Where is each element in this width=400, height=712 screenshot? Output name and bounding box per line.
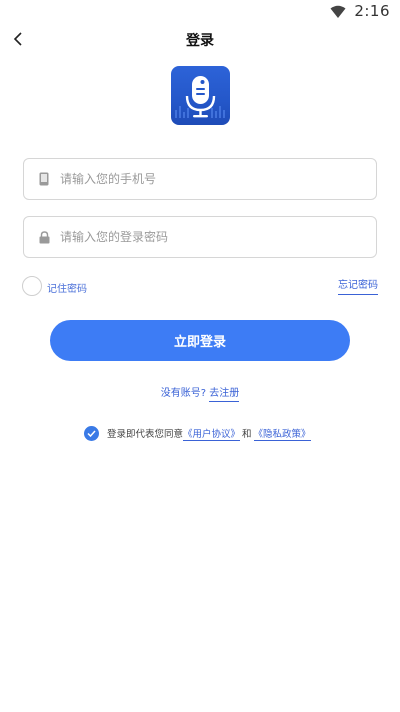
login-button[interactable]: 立即登录 [50,320,350,361]
privacy-policy-link[interactable]: 《隐私政策》 [253,426,311,441]
nav-bar: 登录 [0,24,400,56]
microphone-icon [175,76,225,118]
checkmark-icon [87,429,96,437]
status-indicators: 2:16 [330,2,390,20]
forgot-password-link[interactable]: 忘记密码 [338,276,378,295]
register-question: 没有账号? [160,388,207,399]
register-row: 没有账号? 去注册 [0,384,400,402]
agreement-prefix: 登录即代表您同意 [107,429,184,440]
status-time: 2:16 [354,2,390,20]
register-link[interactable]: 去注册 [209,388,240,402]
phone-input[interactable] [60,159,376,199]
app-logo [171,66,230,125]
page-title: 登录 [186,33,214,49]
password-field [23,216,377,258]
agreement-checkbox[interactable] [84,425,99,441]
lock-icon [37,229,51,245]
password-input[interactable] [60,217,376,257]
remember-row: 记住密码 忘记密码 [22,276,378,298]
remember-password-label[interactable]: 记住密码 [47,280,87,295]
agreement-and: 和 [242,429,252,440]
status-bar: 2:16 [0,0,400,24]
wifi-icon [330,4,346,18]
phone-field [23,158,377,200]
phone-icon [37,171,51,187]
agreement-row: 登录即代表您同意 《用户协议》 和 《隐私政策》 [84,424,311,442]
user-agreement-link[interactable]: 《用户协议》 [183,426,241,441]
remember-password-radio[interactable] [22,276,42,296]
